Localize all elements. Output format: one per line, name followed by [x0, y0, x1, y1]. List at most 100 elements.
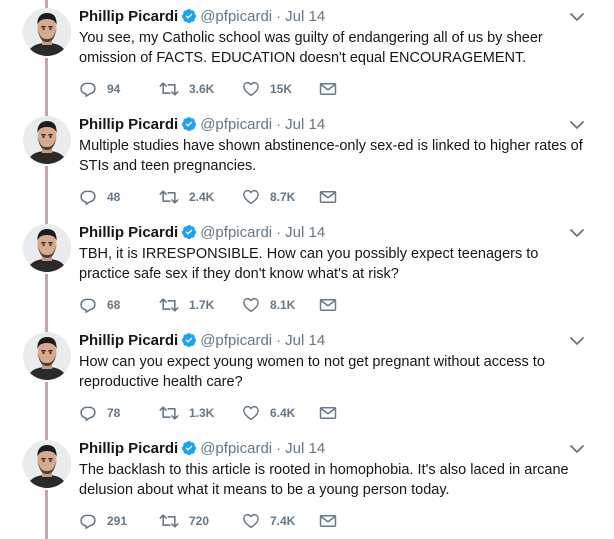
like-button[interactable]: 15K [242, 80, 292, 98]
reply-count: 291 [107, 514, 128, 528]
avatar[interactable] [23, 8, 71, 56]
author-handle[interactable]: @pfpicardi [200, 332, 272, 349]
retweet-icon [159, 298, 179, 312]
reply-button[interactable]: 291 [79, 512, 127, 530]
reply-icon [80, 82, 96, 98]
heart-icon [243, 297, 259, 313]
tweet-actions: 68 1.7K 8.1K [79, 296, 479, 314]
chevron-down-icon[interactable] [569, 118, 585, 132]
tweet-text: You see, my Catholic school was guilty o… [79, 30, 543, 66]
avatar[interactable] [23, 440, 71, 488]
tweet-actions: 94 3.6K 15K [79, 80, 479, 98]
direct-message-button[interactable] [319, 188, 337, 206]
tweet-date[interactable]: Jul 14 [285, 116, 325, 133]
tweet-date[interactable]: Jul 14 [285, 332, 325, 349]
reply-icon [80, 298, 96, 314]
retweet-count: 3.6K [189, 82, 215, 96]
retweet-count: 1.3K [189, 406, 215, 420]
envelope-icon [319, 191, 337, 203]
avatar[interactable] [23, 224, 71, 272]
verified-badge-icon [181, 224, 197, 246]
tweet-header: Phillip Picardi @pfpicardi · Jul 14 [79, 439, 325, 462]
reply-count: 48 [107, 190, 121, 204]
envelope-icon [319, 299, 337, 311]
heart-icon [243, 405, 259, 421]
envelope-icon [319, 83, 337, 95]
reply-button[interactable]: 94 [79, 80, 120, 98]
like-button[interactable]: 6.4K [242, 404, 295, 422]
tweet[interactable]: Phillip Picardi @pfpicardi · Jul 14 The bac… [0, 432, 614, 539]
avatar-portrait-icon [23, 440, 71, 488]
tweet-text: TBH, it is IRRESPONSIBLE. How can you po… [79, 246, 539, 282]
retweet-icon [159, 514, 179, 528]
reply-icon [80, 190, 96, 206]
reply-icon [80, 406, 96, 422]
tweet-actions: 48 2.4K 8.7K [79, 188, 479, 206]
author-handle[interactable]: @pfpicardi [200, 8, 272, 25]
reply-icon [80, 514, 96, 530]
retweet-button[interactable]: 3.6K [159, 80, 214, 98]
direct-message-button[interactable] [319, 296, 337, 314]
chevron-down-icon[interactable] [569, 442, 585, 456]
envelope-icon [319, 407, 337, 419]
tweet-header: Phillip Picardi @pfpicardi · Jul 14 [79, 115, 325, 138]
chevron-down-icon[interactable] [569, 10, 585, 24]
tweet[interactable]: Phillip Picardi @pfpicardi · Jul 14 TBH, it… [0, 216, 614, 324]
separator-dot: · [276, 332, 282, 349]
verified-badge-icon [181, 440, 197, 462]
chevron-down-icon[interactable] [569, 226, 585, 240]
reply-count: 68 [107, 298, 121, 312]
tweet-actions: 291 720 7.4K [79, 512, 479, 530]
author-handle[interactable]: @pfpicardi [200, 224, 272, 241]
reply-count: 78 [107, 406, 121, 420]
like-button[interactable]: 8.1K [242, 296, 295, 314]
like-count: 7.4K [270, 514, 296, 528]
direct-message-button[interactable] [319, 512, 337, 530]
author-name[interactable]: Phillip Picardi [79, 332, 178, 349]
avatar-portrait-icon [23, 224, 71, 272]
author-name[interactable]: Phillip Picardi [79, 116, 178, 133]
author-name[interactable]: Phillip Picardi [79, 8, 178, 25]
reply-button[interactable]: 68 [79, 296, 120, 314]
separator-dot: · [276, 8, 282, 25]
heart-icon [243, 189, 259, 205]
heart-icon [243, 81, 259, 97]
author-handle[interactable]: @pfpicardi [200, 440, 272, 457]
author-handle[interactable]: @pfpicardi [200, 116, 272, 133]
tweet-date[interactable]: Jul 14 [285, 224, 325, 241]
retweet-button[interactable]: 720 [159, 512, 209, 530]
author-name[interactable]: Phillip Picardi [79, 440, 178, 457]
tweet-text: The backlash to this article is rooted i… [79, 462, 569, 498]
author-name[interactable]: Phillip Picardi [79, 224, 178, 241]
tweet-text: Multiple studies have shown abstinence-o… [79, 138, 583, 174]
chevron-down-icon[interactable] [569, 334, 585, 348]
retweet-button[interactable]: 1.7K [159, 296, 214, 314]
avatar[interactable] [23, 116, 71, 164]
verified-badge-icon [181, 332, 197, 354]
avatar-portrait-icon [23, 332, 71, 380]
retweet-icon [159, 406, 179, 420]
tweet-date[interactable]: Jul 14 [285, 8, 325, 25]
verified-badge-icon [181, 8, 197, 30]
avatar-portrait-icon [23, 8, 71, 56]
retweet-icon [159, 82, 179, 96]
like-button[interactable]: 8.7K [242, 188, 295, 206]
tweet[interactable]: Phillip Picardi @pfpicardi · Jul 14 You see… [0, 0, 614, 108]
tweet[interactable]: Phillip Picardi @pfpicardi · Jul 14 Multipl… [0, 108, 614, 216]
reply-button[interactable]: 78 [79, 404, 120, 422]
direct-message-button[interactable] [319, 80, 337, 98]
tweet-date[interactable]: Jul 14 [285, 440, 325, 457]
avatar[interactable] [23, 332, 71, 380]
retweet-button[interactable]: 2.4K [159, 188, 214, 206]
like-button[interactable]: 7.4K [242, 512, 295, 530]
like-count: 15K [270, 82, 293, 96]
separator-dot: · [276, 224, 282, 241]
like-count: 8.7K [270, 190, 296, 204]
separator-dot: · [276, 116, 282, 133]
avatar-portrait-icon [23, 116, 71, 164]
retweet-icon [159, 190, 179, 204]
retweet-button[interactable]: 1.3K [159, 404, 214, 422]
reply-button[interactable]: 48 [79, 188, 120, 206]
direct-message-button[interactable] [319, 404, 337, 422]
tweet[interactable]: Phillip Picardi @pfpicardi · Jul 14 How can… [0, 324, 614, 432]
